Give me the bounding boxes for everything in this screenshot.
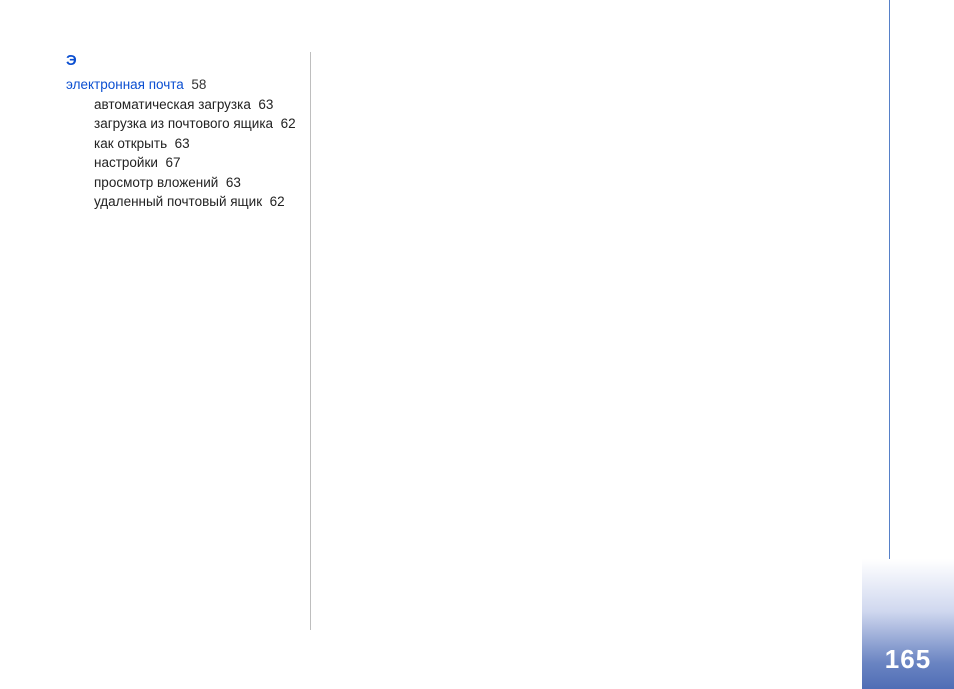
- index-heading-label: электронная почта: [66, 77, 184, 92]
- index-subentry: как открыть 63: [94, 134, 326, 154]
- page-number: 165: [885, 644, 931, 675]
- index-subentry-page-num: 67: [165, 155, 180, 170]
- index-subentry-page-num: 62: [281, 116, 296, 131]
- index-column-right: [344, 52, 622, 212]
- index-heading: электронная почта 58: [66, 75, 326, 95]
- index-subentry-label: настройки: [94, 155, 158, 170]
- index-content: Э электронная почта 58 автоматическая за…: [66, 52, 626, 212]
- index-subentry-page-num: 63: [258, 97, 273, 112]
- index-section-letter: Э: [66, 52, 326, 69]
- index-subentry-label: как открыть: [94, 136, 167, 151]
- index-column-left: Э электронная почта 58 автоматическая за…: [66, 52, 344, 212]
- index-subentry-label: автоматическая загрузка: [94, 97, 251, 112]
- index-subentry-label: загрузка из почтового ящика: [94, 116, 273, 131]
- index-heading-page-num: 58: [191, 77, 206, 92]
- right-vertical-rule: [889, 0, 890, 630]
- index-subentry: настройки 67: [94, 153, 326, 173]
- index-subentry-page-num: 63: [175, 136, 190, 151]
- index-subentry-label: удаленный почтовый ящик: [94, 194, 262, 209]
- index-subentry: автоматическая загрузка 63: [94, 95, 326, 115]
- index-subentry: загрузка из почтового ящика 62: [94, 114, 326, 134]
- index-subentry-page-num: 62: [270, 194, 285, 209]
- index-subentry: удаленный почтовый ящик 62: [94, 192, 326, 212]
- index-subentry-page-num: 63: [226, 175, 241, 190]
- page-number-block: 165: [862, 559, 954, 689]
- index-subentry: просмотр вложений 63: [94, 173, 326, 193]
- index-subentry-label: просмотр вложений: [94, 175, 218, 190]
